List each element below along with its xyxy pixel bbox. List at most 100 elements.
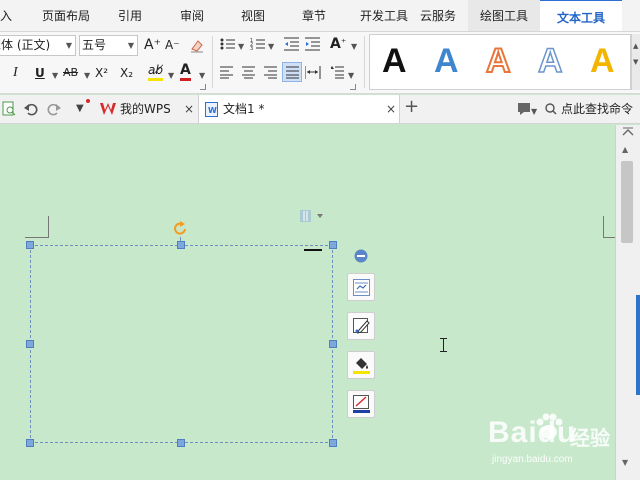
wordart-style-1[interactable]: A [382, 41, 407, 81]
chevron-down-icon[interactable]: ▼ [348, 67, 354, 85]
rotate-handle-icon[interactable] [173, 221, 189, 237]
align-center-icon[interactable] [242, 66, 256, 79]
wordart-style-5[interactable]: A [590, 41, 615, 81]
chevron-down-icon[interactable]: ▼ [84, 67, 90, 85]
strikethrough-button[interactable]: AB [63, 64, 78, 82]
chevron-down-icon[interactable]: ▼ [633, 58, 638, 66]
chevron-down-icon[interactable]: ▼ [76, 100, 84, 118]
tab-view[interactable]: 视图 [228, 0, 278, 31]
resize-handle-top[interactable] [177, 241, 185, 249]
grow-font-button[interactable]: A⁺ [144, 36, 161, 54]
distributed-align-icon[interactable] [305, 66, 321, 79]
shrink-font-button[interactable]: A⁻ [165, 36, 180, 54]
wordart-style-2[interactable]: A [434, 41, 459, 81]
text-wrap-icon [353, 279, 370, 296]
doc-tab-my-wps[interactable]: 我的WPS × [96, 95, 198, 123]
italic-button[interactable]: I [13, 64, 18, 82]
align-right-icon[interactable] [264, 66, 278, 79]
search-icon [545, 103, 557, 115]
doc-tab-document1[interactable]: W 文档1 * × [198, 95, 400, 123]
line-spacing-icon[interactable] [331, 66, 345, 79]
clear-format-icon[interactable] [189, 37, 205, 53]
svg-text:W: W [208, 106, 217, 115]
close-icon[interactable]: × [184, 95, 194, 123]
font-name-combo[interactable]: 宋体 (正文) ▼ [0, 35, 76, 56]
text-box[interactable] [30, 245, 333, 443]
pen-outline-icon [353, 395, 370, 413]
chevron-down-icon[interactable]: ▼ [531, 103, 537, 121]
close-icon[interactable]: × [386, 95, 396, 123]
resize-handle-bottom-left[interactable] [26, 439, 34, 447]
tab-insert[interactable]: 插入 [0, 0, 28, 31]
font-color-button[interactable]: A [180, 62, 191, 81]
text-direction-icon[interactable]: A [330, 35, 341, 53]
layout-options-button[interactable] [347, 273, 375, 301]
increase-indent-icon[interactable] [305, 37, 321, 51]
wps-logo-icon [100, 103, 116, 115]
shape-style-button[interactable] [347, 312, 375, 340]
font-name-value: 宋体 (正文) [0, 38, 51, 52]
baidu-watermark: Baidu 经验 jingyan.baidu.com [488, 408, 618, 474]
resize-handle-top-left[interactable] [26, 241, 34, 249]
resize-handle-bottom-right[interactable] [329, 439, 337, 447]
underline-button[interactable]: U [35, 64, 45, 82]
highlight-button[interactable]: ab̸ [148, 62, 163, 81]
chevron-up-icon[interactable]: ▲ [633, 42, 638, 50]
bullet-list-icon[interactable] [220, 37, 236, 51]
paint-bucket-icon [353, 358, 370, 374]
tab-page-layout[interactable]: 页面布局 [28, 0, 104, 31]
wordart-style-4[interactable]: A [537, 41, 563, 81]
chevron-down-icon[interactable]: ▼ [238, 38, 244, 56]
align-justify-icon [286, 66, 299, 79]
outline-color-button[interactable] [347, 390, 375, 418]
resize-handle-left[interactable] [26, 340, 34, 348]
ribbon-tab-bar: 插入 页面布局 引用 审阅 视图 章节 开发工具 云服务 绘图工具 文本工具 [0, 0, 640, 32]
superscript-button[interactable]: X² [95, 64, 108, 82]
undo-icon[interactable] [24, 102, 38, 116]
chevron-down-icon: ▼ [65, 41, 72, 50]
chevron-down-icon[interactable]: ▼ [168, 67, 174, 85]
chevron-down-icon[interactable]: ▼ [622, 458, 628, 467]
margin-corner-top-left [25, 216, 49, 238]
chevron-down-icon[interactable]: ▼ [351, 38, 357, 56]
resize-handle-right[interactable] [329, 340, 337, 348]
collapse-minus-icon[interactable] [354, 249, 368, 263]
tab-developer[interactable]: 开发工具 [350, 0, 408, 31]
fill-color-button[interactable] [347, 351, 375, 379]
subscript-button[interactable]: X₂ [120, 64, 133, 82]
doc-tab-label: 文档1 * [223, 102, 265, 116]
font-size-combo[interactable]: 五号 ▼ [79, 35, 138, 56]
ribbon-panel: 宋体 (正文) ▼ 五号 ▼ A⁺ A⁻ I U ▼ AB ▼ X² X₂ ab… [0, 32, 640, 94]
align-left-icon[interactable] [220, 66, 234, 79]
wordart-style-3[interactable]: A [485, 41, 512, 81]
tab-drawing-tools[interactable]: 绘图工具 [468, 0, 540, 31]
chevron-down-icon[interactable]: ▼ [199, 67, 205, 85]
tab-chapter[interactable]: 章节 [278, 0, 350, 31]
chevron-down-icon[interactable]: ▼ [52, 67, 58, 85]
font-dialog-launcher[interactable] [200, 84, 206, 90]
paragraph-dialog-launcher[interactable] [350, 84, 356, 90]
command-search[interactable]: 点此查找命令 [561, 100, 633, 118]
resize-handle-bottom[interactable] [177, 439, 185, 447]
gallery-scrollbar[interactable]: ▲ ▼ [631, 34, 640, 90]
comment-icon[interactable] [518, 103, 532, 116]
justify-button[interactable] [282, 62, 302, 82]
tab-references[interactable]: 引用 [104, 0, 156, 31]
scroll-top-icon[interactable] [621, 127, 635, 137]
redo-icon[interactable] [47, 102, 61, 116]
chevron-up-icon[interactable]: ▲ [622, 145, 628, 154]
side-panel-tab[interactable] [636, 295, 640, 395]
decrease-indent-icon[interactable] [284, 37, 300, 51]
plus-icon[interactable]: ⁺ [341, 35, 346, 53]
notification-dot [86, 99, 90, 103]
print-preview-icon[interactable] [2, 101, 16, 117]
new-tab-button[interactable]: + [404, 98, 419, 116]
tab-text-tools[interactable]: 文本工具 [540, 0, 622, 31]
resize-handle-top-right[interactable] [329, 241, 337, 249]
numbered-list-icon[interactable]: 123 [250, 37, 266, 51]
anchor-icon[interactable] [299, 209, 325, 223]
tab-review[interactable]: 审阅 [156, 0, 228, 31]
chevron-down-icon[interactable]: ▼ [268, 38, 274, 56]
scrollbar-thumb[interactable] [621, 161, 633, 243]
tab-cloud-services[interactable]: 云服务 [408, 0, 468, 31]
